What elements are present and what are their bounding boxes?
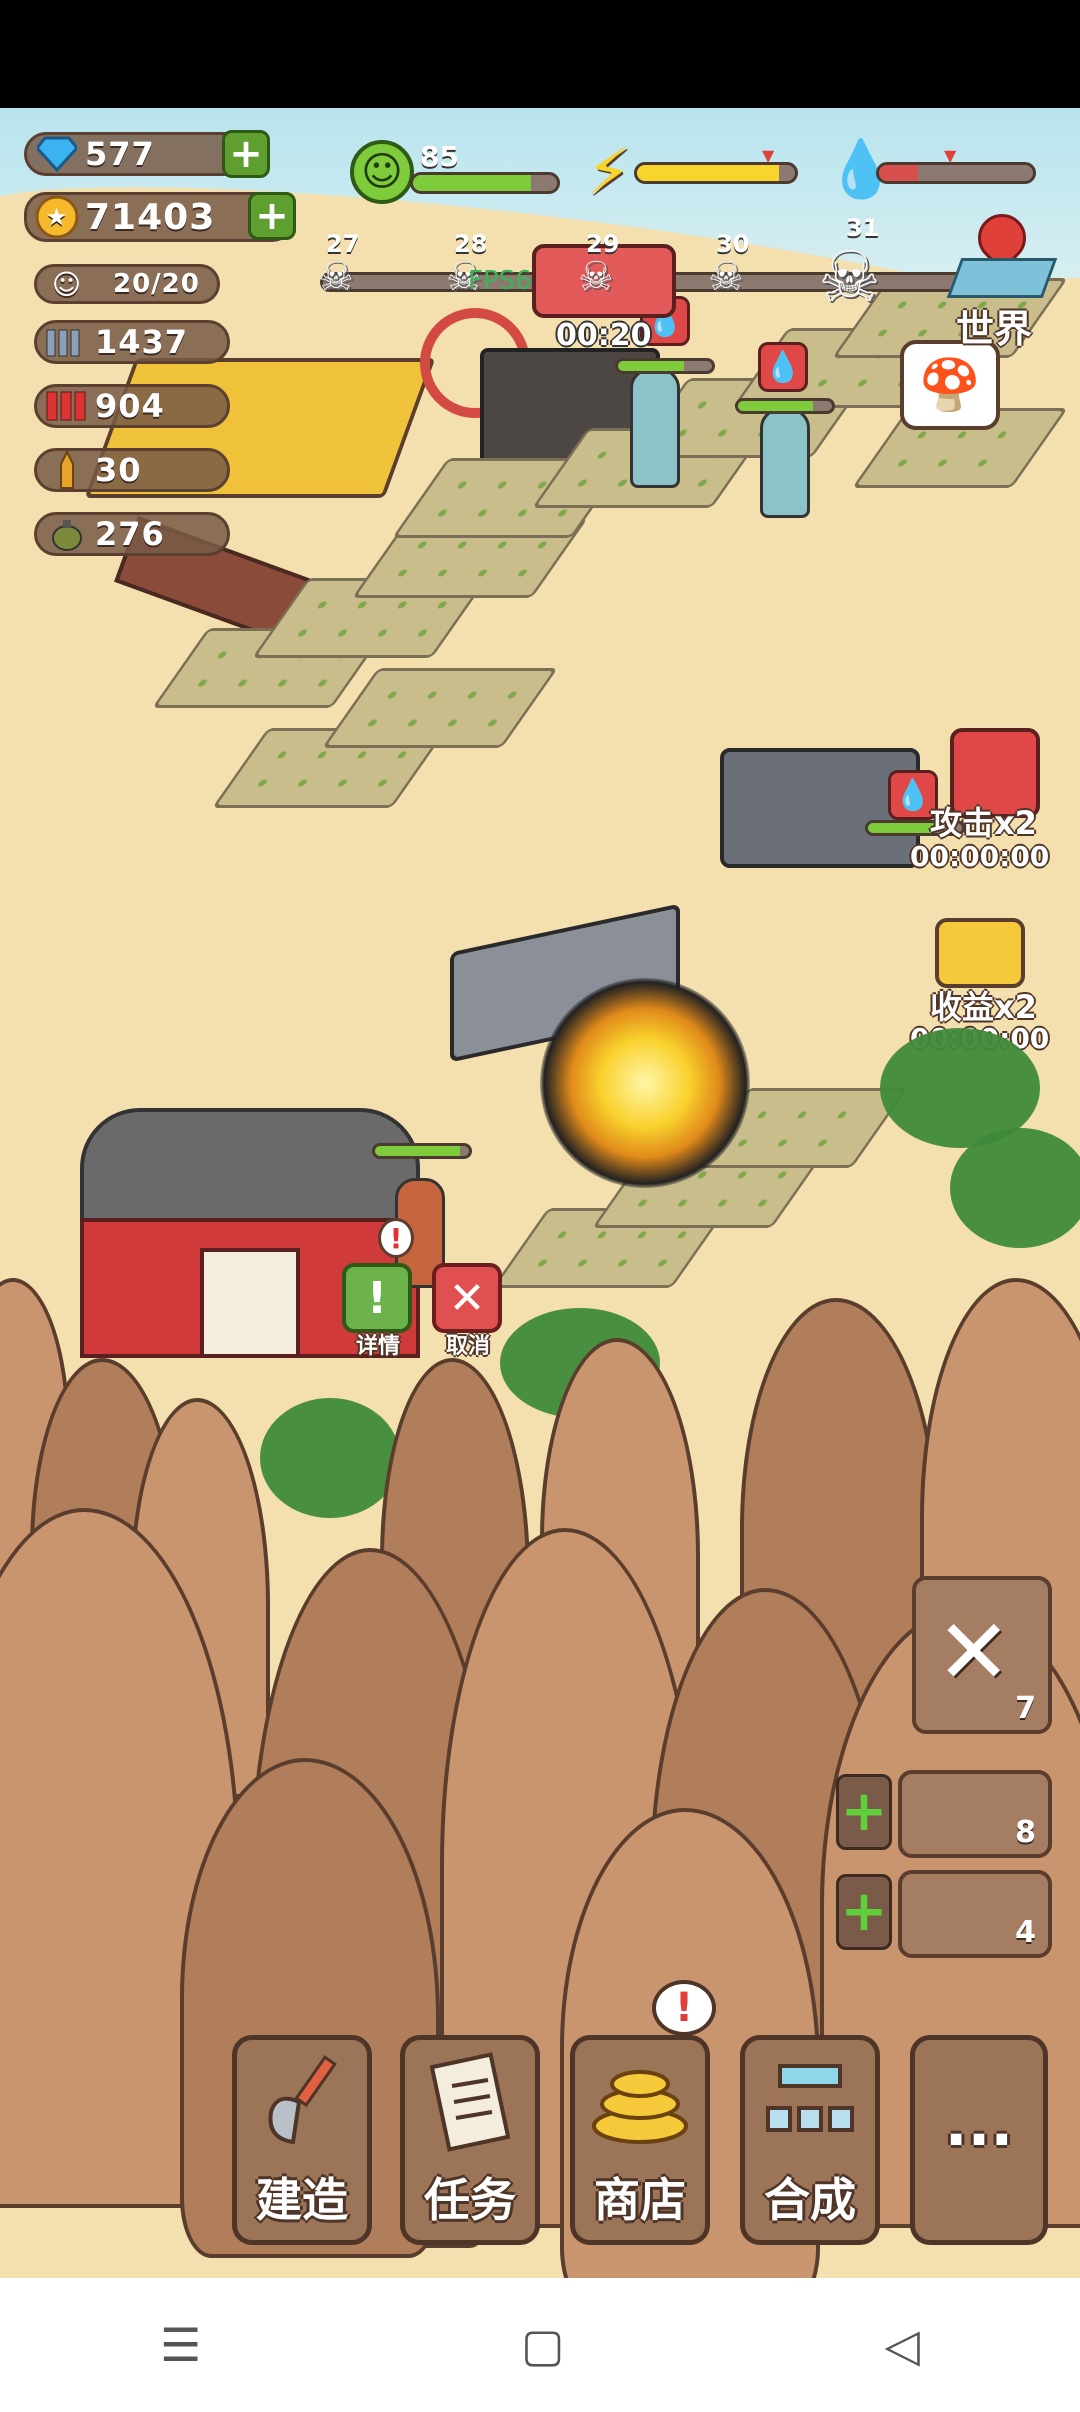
- build-label: 建造: [256, 2173, 348, 2227]
- add-gems-button[interactable]: +: [222, 130, 270, 178]
- slot2-count: 4: [1015, 1915, 1036, 1950]
- bullets-icon: [45, 320, 89, 364]
- wave-27-label: 27: [326, 230, 360, 258]
- gems-value: 577: [85, 135, 155, 173]
- repair-tools-button[interactable]: ✕ 7: [912, 1576, 1052, 1734]
- unit-health-bar: [372, 1143, 472, 1159]
- wrench-screwdriver-icon: ✕: [936, 1600, 1012, 1705]
- wave-29-label: 29: [586, 230, 620, 258]
- details-button[interactable]: !: [342, 1263, 412, 1333]
- star-coin-icon: ★: [35, 195, 79, 239]
- slot1-count: 8: [1015, 1815, 1036, 1850]
- coin-pile-icon: [575, 2040, 705, 2164]
- population-value: 20/20: [113, 269, 200, 299]
- map-icon: [946, 258, 1058, 298]
- more-button[interactable]: ···: [910, 2035, 1048, 2245]
- attack-boost-label[interactable]: 攻击x2: [930, 798, 1037, 844]
- bombs-counter: 276: [34, 512, 230, 556]
- palm-tree: [950, 1128, 1080, 1248]
- add-slot1-button[interactable]: +: [836, 1774, 892, 1850]
- grenade-icon: [45, 512, 89, 556]
- back-icon[interactable]: ◁: [885, 2318, 920, 2372]
- task-list-icon: [405, 2040, 535, 2164]
- wave-30-label: 30: [716, 230, 750, 258]
- shotgun-shells-icon: [45, 384, 89, 428]
- more-label: ···: [944, 2105, 1014, 2175]
- menu-icon[interactable]: ☰: [160, 2318, 201, 2372]
- build-button[interactable]: 建造: [232, 2035, 372, 2245]
- water-bar-fill: [879, 165, 918, 181]
- wave-29-skull-icon: ☠: [578, 254, 614, 300]
- repair-count: 7: [1015, 1691, 1036, 1726]
- world-map-button[interactable]: 世界: [944, 204, 1062, 351]
- wave-31-boss-skull-icon: ☠: [818, 236, 881, 318]
- worker-character[interactable]: [630, 368, 680, 488]
- field-plot[interactable]: [321, 668, 559, 748]
- unit-health-bar: [735, 398, 835, 414]
- wave-31-label: 31: [846, 214, 880, 242]
- mushroom-request-bubble[interactable]: 🍄: [900, 340, 1000, 430]
- water-marker-icon: ▼: [944, 146, 957, 165]
- diamond-icon: [35, 132, 79, 176]
- crafting-machine-icon: [745, 2040, 875, 2164]
- energy-marker-icon: ▼: [762, 146, 775, 165]
- bombs-value: 276: [95, 515, 165, 553]
- rifle-ammo-value: 30: [95, 451, 142, 489]
- shop-button[interactable]: 商店: [570, 2035, 710, 2245]
- slot1-box[interactable]: 8: [898, 1770, 1052, 1858]
- palm-tree: [260, 1398, 400, 1518]
- tasks-label: 任务: [424, 2173, 516, 2227]
- shovel-icon: [237, 2040, 367, 2164]
- details-label: 详情: [356, 1334, 401, 1359]
- energy-bar-fill: [637, 165, 780, 181]
- shells-value: 904: [95, 387, 165, 425]
- water-request-icon[interactable]: 💧: [758, 342, 808, 392]
- lightning-icon: ⚡: [586, 136, 631, 210]
- system-nav-bar: ☰ ▢ ◁: [0, 2278, 1080, 2412]
- explosion-effect: [540, 978, 750, 1188]
- water-bar: [876, 162, 1036, 184]
- worker-character[interactable]: [760, 408, 810, 518]
- wave-countdown: 00:20: [556, 318, 652, 353]
- wave-27-skull-icon: ☠: [318, 254, 354, 300]
- rifle-bullet-icon: [45, 448, 89, 492]
- happiness-value: 85: [420, 140, 459, 173]
- happiness-bar-fill: [413, 175, 532, 191]
- slot2-box[interactable]: 4: [898, 1870, 1052, 1958]
- bullets-counter: 1437: [34, 320, 230, 364]
- energy-bar: [634, 162, 798, 184]
- shop-alert-icon: !: [652, 1980, 716, 2036]
- craft-label: 合成: [764, 2173, 856, 2227]
- bullets-value: 1437: [95, 323, 189, 361]
- svg-text:★: ★: [46, 203, 69, 231]
- alert-bubble: !: [378, 1218, 414, 1258]
- attack-boost-timer: 00:00:00: [910, 840, 1050, 873]
- cancel-label: 取消: [446, 1334, 491, 1359]
- population-counter: ☺ 20/20: [34, 264, 220, 304]
- rifle-ammo-counter: 30: [34, 448, 230, 492]
- home-icon[interactable]: ▢: [521, 2318, 564, 2372]
- wave-30-skull-icon: ☠: [708, 254, 744, 300]
- shells-counter: 904: [34, 384, 230, 428]
- happiness-bar: [410, 172, 560, 194]
- unit-health-bar: [615, 358, 715, 374]
- cancel-button[interactable]: ✕: [432, 1263, 502, 1333]
- coins-value: 71403: [85, 196, 216, 238]
- add-coins-button[interactable]: +: [248, 192, 296, 240]
- world-label: 世界: [956, 307, 1033, 351]
- add-slot2-button[interactable]: +: [836, 1874, 892, 1950]
- happiness-face-icon: ☺: [350, 140, 414, 204]
- craft-button[interactable]: 合成: [740, 2035, 880, 2245]
- survivor-icon: ☺: [51, 267, 83, 301]
- wave-28-label: 28: [454, 230, 488, 258]
- income-boost-icon[interactable]: [935, 918, 1025, 988]
- tasks-button[interactable]: 任务: [400, 2035, 540, 2245]
- shop-label: 商店: [594, 2173, 686, 2227]
